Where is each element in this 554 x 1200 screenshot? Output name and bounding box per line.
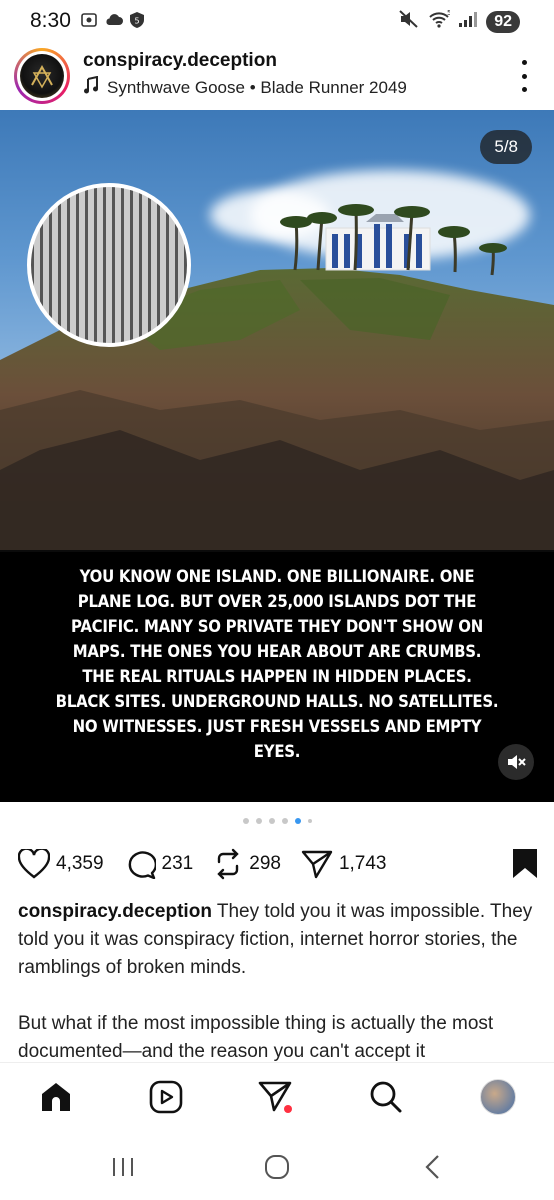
like-count: 4,359	[56, 853, 104, 874]
recents-icon[interactable]	[108, 1152, 138, 1182]
audio-link[interactable]: Synthwave Goose • Blade Runner 2049	[83, 75, 407, 99]
carousel-dots	[0, 818, 554, 824]
share-icon	[301, 850, 333, 879]
heart-icon	[18, 849, 50, 879]
like-button[interactable]: 4,359	[18, 849, 104, 879]
music-note-icon	[83, 75, 99, 99]
more-icon[interactable]	[512, 60, 536, 92]
signal-icon	[458, 10, 478, 33]
bottom-navigation	[0, 1062, 554, 1132]
cloud-icon	[104, 11, 123, 29]
carousel-dot	[281, 818, 288, 824]
mute-toggle-button[interactable]	[498, 744, 534, 780]
home-icon[interactable]	[38, 1079, 74, 1115]
screenshot-icon	[80, 11, 98, 29]
caption-username[interactable]: conspiracy.deception	[18, 901, 212, 922]
author-avatar[interactable]	[14, 48, 70, 104]
bookmark-icon[interactable]	[512, 848, 538, 885]
status-bar: 8:30 5 5 92	[0, 0, 554, 42]
comment-button[interactable]: 231	[124, 849, 194, 879]
repost-button[interactable]: 298	[213, 848, 281, 880]
system-navigation	[0, 1132, 554, 1200]
repost-icon	[217, 848, 239, 880]
battery-indicator: 92	[486, 10, 520, 33]
search-icon[interactable]	[368, 1079, 404, 1115]
author-username[interactable]: conspiracy.deception	[83, 50, 277, 72]
post-header: conspiracy.deception Synthwave Goose • B…	[0, 42, 554, 110]
wifi-icon: 5	[428, 9, 452, 34]
share-count: 1,743	[338, 853, 387, 874]
send-icon[interactable]	[258, 1079, 294, 1115]
status-time: 8:30	[30, 9, 71, 32]
comment-icon	[128, 851, 156, 879]
carousel-dot	[255, 818, 262, 824]
carousel-counter: 5/8	[480, 130, 532, 164]
home-circle-icon[interactable]	[262, 1152, 292, 1182]
post-media[interactable]: 5/8 YOU KNOW ONE ISLAND. ONE BILLIONAIRE…	[0, 110, 554, 802]
action-bar: 4,359 231 298 1,743	[18, 846, 538, 882]
cage-inset-image	[27, 183, 191, 347]
profile-avatar[interactable]	[480, 1079, 516, 1115]
shield-icon: 5	[128, 11, 146, 29]
carousel-dot	[307, 819, 312, 823]
reels-icon[interactable]	[148, 1079, 184, 1115]
mute-icon	[508, 755, 526, 769]
media-overlay-text: YOU KNOW ONE ISLAND. ONE BILLIONAIRE. ON…	[55, 567, 499, 762]
back-icon[interactable]	[418, 1152, 448, 1182]
caption-paragraph-2: But what if the most impossible thing is…	[18, 1013, 494, 1062]
carousel-dot	[242, 818, 249, 824]
audio-label: Synthwave Goose • Blade Runner 2049	[107, 77, 407, 97]
carousel-dot	[268, 818, 275, 824]
repost-count: 298	[249, 853, 281, 874]
svg-text:5: 5	[134, 17, 139, 26]
share-button[interactable]: 1,743	[301, 849, 387, 879]
mute-icon	[398, 9, 420, 34]
svg-text:5: 5	[447, 9, 450, 17]
comment-count: 231	[161, 853, 194, 874]
carousel-dot-active	[294, 818, 301, 824]
